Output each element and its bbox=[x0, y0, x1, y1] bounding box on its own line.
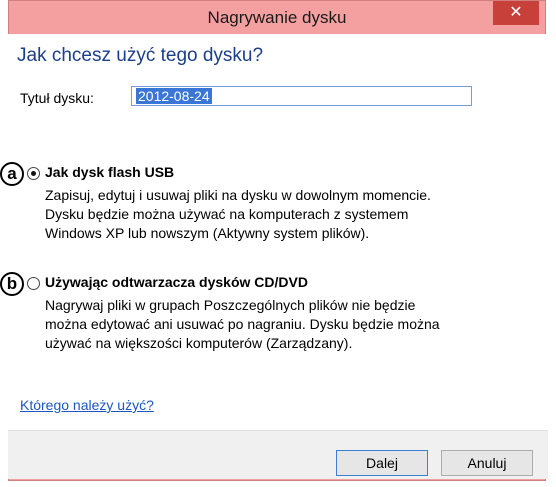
option-usb-title[interactable]: Jak dysk flash USB bbox=[45, 164, 174, 180]
page-heading: Jak chcesz użyć tego dysku? bbox=[17, 45, 264, 66]
annotation-badge-a: a bbox=[0, 162, 24, 186]
next-button[interactable]: Dalej bbox=[336, 450, 428, 476]
close-button[interactable]: ✕ bbox=[493, 1, 539, 25]
option-usb-description: Zapisuj, edytuj i usuwaj pliki na dysku … bbox=[45, 186, 515, 243]
desc-line: Windows XP lub nowszym (Aktywny system p… bbox=[45, 225, 370, 241]
cancel-button[interactable]: Anuluj bbox=[441, 450, 533, 476]
option-cd-dvd-title[interactable]: Używając odtwarzacza dysków CD/DVD bbox=[45, 274, 308, 290]
disc-title-value: 2012-08-24 bbox=[136, 88, 212, 104]
title-bar[interactable]: Nagrywanie dysku ✕ bbox=[9, 1, 545, 35]
desc-line: Zapisuj, edytuj i usuwaj pliki na dysku … bbox=[45, 187, 431, 203]
disc-title-label: Tytuł dysku: bbox=[20, 90, 94, 106]
window-title: Nagrywanie dysku bbox=[207, 8, 347, 27]
radio-cd-dvd[interactable] bbox=[27, 277, 40, 290]
help-link[interactable]: Którego należy użyć? bbox=[20, 397, 154, 413]
desc-line: Nagrywaj pliki w grupach Poszczególnych … bbox=[45, 297, 416, 313]
desc-line: można edytować ani usuwać po nagraniu. D… bbox=[45, 316, 440, 332]
desc-line: używać na większości komputerów (Zarządz… bbox=[45, 335, 353, 351]
radio-usb-flash[interactable] bbox=[27, 167, 40, 180]
desc-line: Dysku będzie można używać na komputerach… bbox=[45, 206, 409, 222]
radio-selected-dot bbox=[31, 171, 36, 176]
close-icon: ✕ bbox=[509, 4, 523, 21]
annotation-badge-b: b bbox=[0, 272, 24, 296]
option-cd-dvd-description: Nagrywaj pliki w grupach Poszczególnych … bbox=[45, 296, 515, 353]
